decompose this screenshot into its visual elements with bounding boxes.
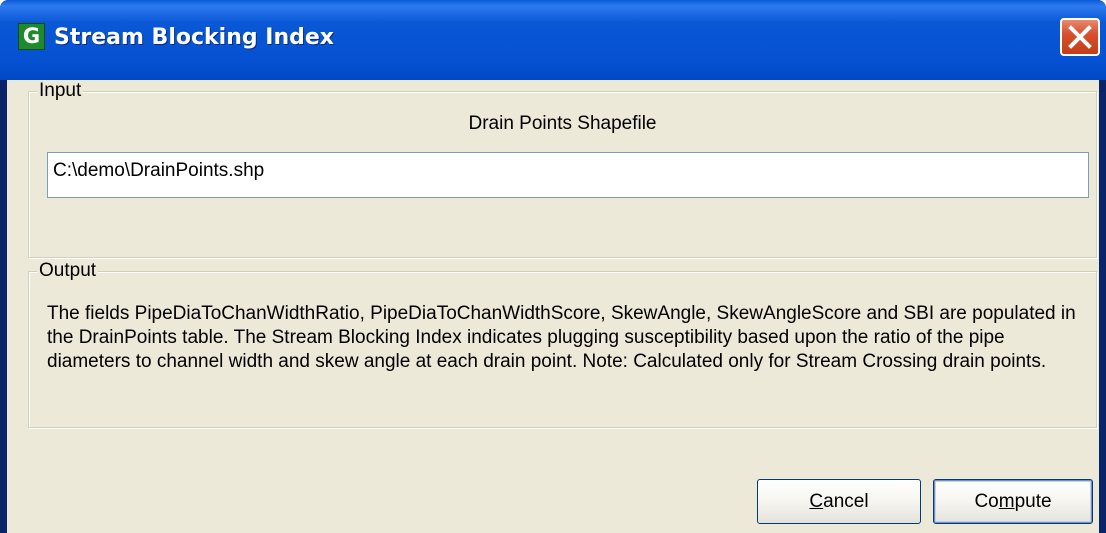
dialog-body: Input Drain Points Shapefile Output The … xyxy=(7,80,1099,533)
app-g-icon: G xyxy=(18,23,45,50)
drain-points-shapefile-label: Drain Points Shapefile xyxy=(468,113,657,134)
compute-hotkey-letter: m xyxy=(998,491,1015,512)
shapefile-path-input[interactable] xyxy=(47,152,1089,198)
window-title: Stream Blocking Index xyxy=(54,25,334,50)
cancel-button[interactable]: Cancel xyxy=(757,479,921,524)
compute-button[interactable]: Compute xyxy=(933,479,1093,524)
input-group: Input Drain Points Shapefile xyxy=(28,80,1097,258)
dialog-window: G Stream Blocking Index Input Drain Poin… xyxy=(0,0,1106,533)
cancel-label-rest: ancel xyxy=(823,491,869,512)
close-x-icon xyxy=(1068,25,1092,49)
cancel-hotkey-letter: C xyxy=(809,491,824,512)
output-group: Output The fields PipeDiaToChanWidthRati… xyxy=(28,260,1097,428)
input-group-label: Input xyxy=(37,80,84,102)
output-group-label: Output xyxy=(37,260,99,282)
output-description: The fields PipeDiaToChanWidthRatio, Pipe… xyxy=(47,303,1076,372)
close-button[interactable] xyxy=(1060,18,1100,56)
title-bar[interactable]: G Stream Blocking Index xyxy=(0,0,1106,80)
compute-label-start: Co xyxy=(974,491,999,512)
compute-label-rest: pute xyxy=(1014,491,1052,512)
